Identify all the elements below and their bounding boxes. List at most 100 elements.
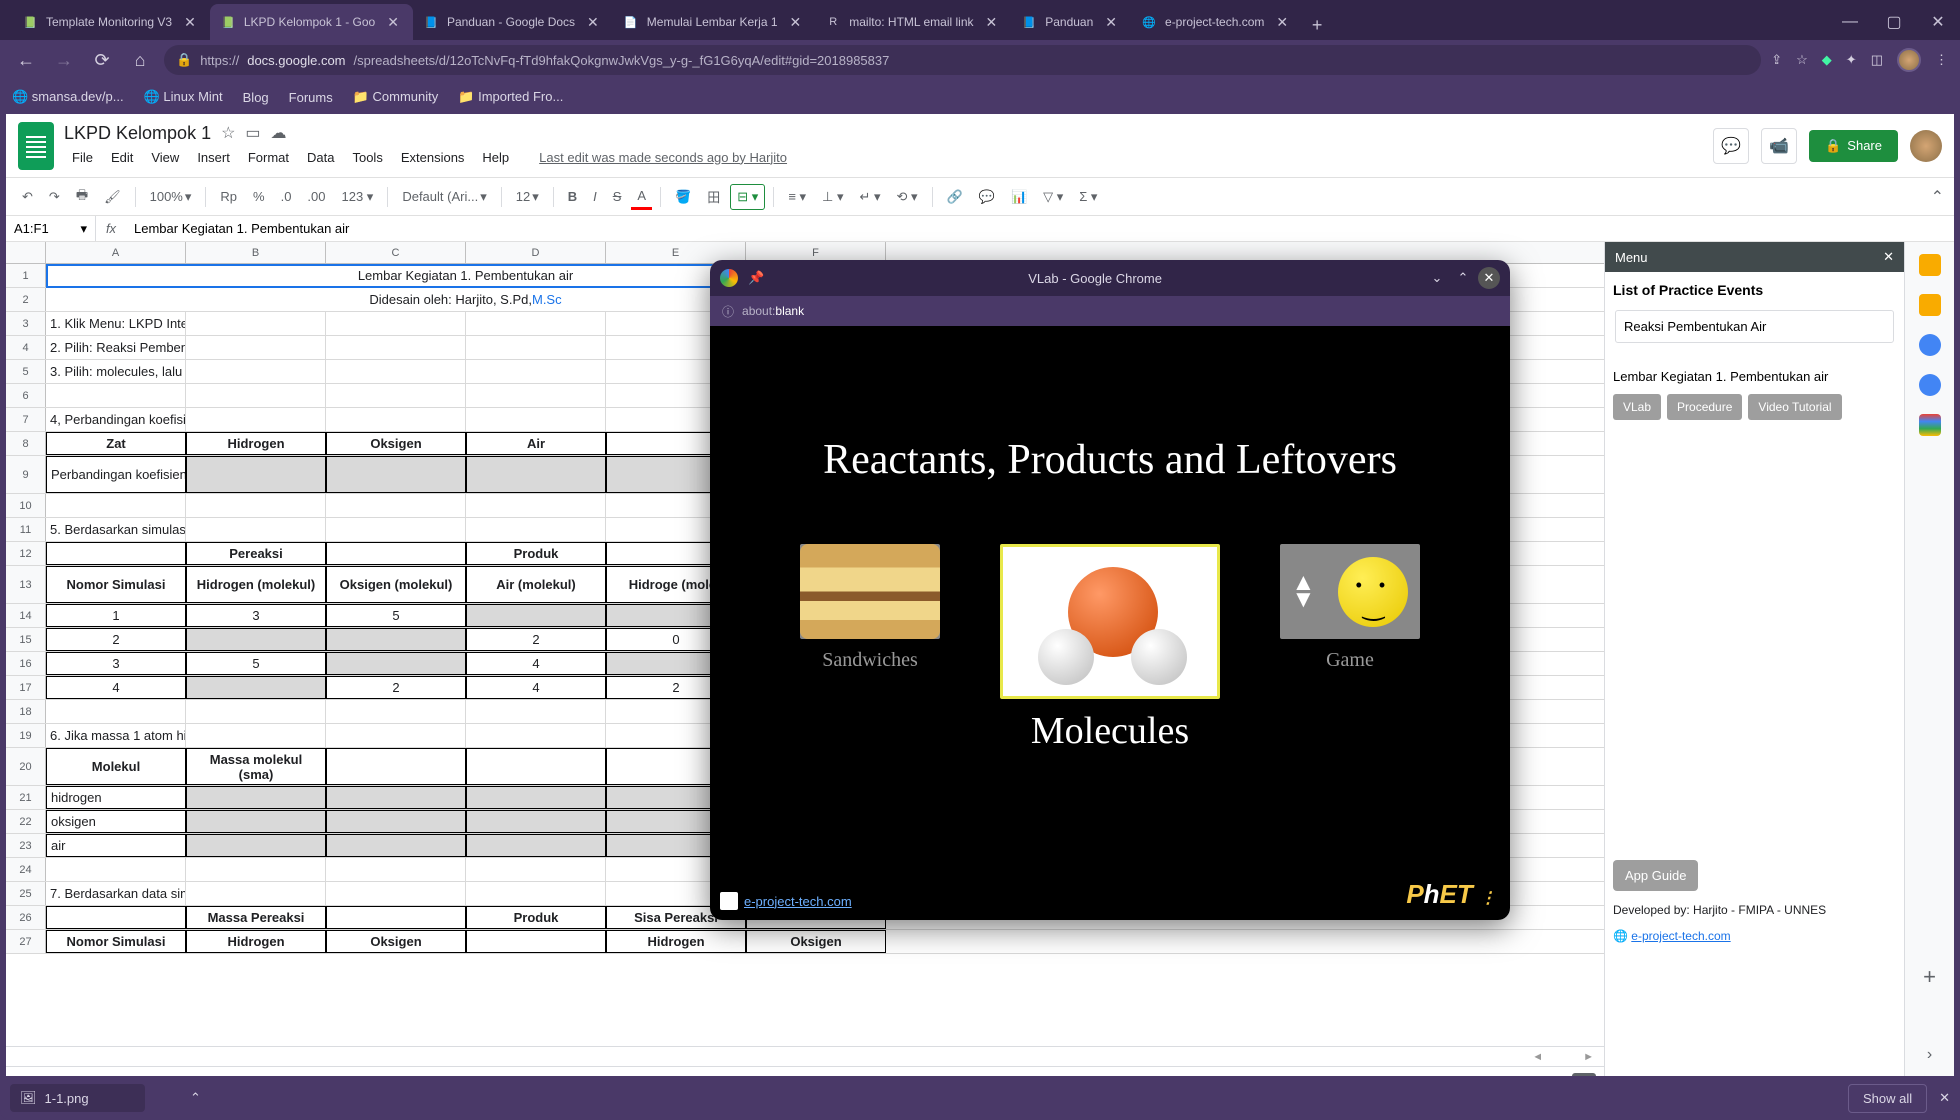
cell[interactable]: [46, 906, 186, 929]
comments-button[interactable]: 💬: [1713, 128, 1749, 164]
row-header[interactable]: 20: [6, 748, 46, 785]
cell[interactable]: air: [46, 834, 186, 857]
cell[interactable]: Molekul: [46, 748, 186, 785]
tab-close-icon[interactable]: ✕: [180, 14, 200, 31]
contacts-icon[interactable]: [1919, 374, 1941, 396]
cell[interactable]: Nomor Simulasi: [46, 930, 186, 953]
cell[interactable]: Hidrogen: [186, 930, 326, 953]
row-header[interactable]: 19: [6, 724, 46, 747]
cell[interactable]: [186, 834, 326, 857]
cell[interactable]: [326, 518, 466, 541]
bookmark-item[interactable]: Blog: [243, 89, 269, 105]
cell[interactable]: [326, 700, 466, 723]
cell[interactable]: [326, 336, 466, 359]
cell[interactable]: 3: [46, 652, 186, 675]
collapse-toolbar-icon[interactable]: ⌃: [1931, 187, 1944, 207]
font-selector[interactable]: Default (Ari... ▾: [396, 185, 492, 209]
row-header[interactable]: 10: [6, 494, 46, 517]
forward-icon[interactable]: →: [50, 50, 78, 71]
profile-avatar[interactable]: [1897, 48, 1921, 72]
row-header[interactable]: 27: [6, 930, 46, 953]
cell[interactable]: Perbandingan koefisien reaksi: [46, 456, 186, 493]
menu-view[interactable]: View: [143, 146, 187, 169]
cell[interactable]: [466, 882, 606, 905]
cell[interactable]: 4: [46, 676, 186, 699]
cell[interactable]: [466, 724, 606, 747]
show-all-button[interactable]: Show all: [1848, 1084, 1927, 1113]
cell[interactable]: [326, 858, 466, 881]
menu-insert[interactable]: Insert: [189, 146, 238, 169]
cell[interactable]: [466, 312, 606, 335]
bookmark-item[interactable]: 🌐 smansa.dev/p...: [12, 89, 124, 105]
cell[interactable]: [466, 384, 606, 407]
meet-button[interactable]: 📹: [1761, 128, 1797, 164]
cell[interactable]: [326, 408, 466, 431]
menu-file[interactable]: File: [64, 146, 101, 169]
info-icon[interactable]: ⓘ: [722, 303, 734, 320]
link-button[interactable]: 🔗: [941, 185, 969, 209]
cell[interactable]: [186, 882, 326, 905]
cell[interactable]: [466, 456, 606, 493]
text-color-button[interactable]: A: [631, 184, 652, 210]
font-size-selector[interactable]: 12 ▾: [510, 185, 545, 209]
cell[interactable]: [466, 518, 606, 541]
cell[interactable]: [326, 384, 466, 407]
row-header[interactable]: 3: [6, 312, 46, 335]
tab-close-icon[interactable]: ✕: [786, 14, 806, 31]
cell[interactable]: [186, 786, 326, 809]
italic-button[interactable]: I: [587, 185, 603, 208]
print-button[interactable]: 🖶: [70, 182, 94, 212]
browser-tab[interactable]: 📄Memulai Lembar Kerja 1✕: [613, 4, 815, 40]
cell[interactable]: 1: [46, 604, 186, 627]
collapse-rail-icon[interactable]: ›: [1927, 1046, 1932, 1064]
cell[interactable]: [186, 628, 326, 651]
scroll-right-icon[interactable]: ►: [1583, 1051, 1594, 1063]
cell[interactable]: Produk: [466, 906, 606, 929]
functions-button[interactable]: Σ ▾: [1073, 185, 1103, 209]
cell[interactable]: [186, 676, 326, 699]
cell[interactable]: [326, 494, 466, 517]
cell[interactable]: Pereaksi: [186, 542, 326, 565]
cell[interactable]: [46, 858, 186, 881]
redo-button[interactable]: ↷: [43, 185, 66, 209]
browser-tab[interactable]: 📘Panduan✕: [1011, 4, 1131, 40]
cell[interactable]: [186, 700, 326, 723]
row-header[interactable]: 21: [6, 786, 46, 809]
paint-format-button[interactable]: 🖌: [98, 185, 127, 209]
phet-simulation[interactable]: Reactants, Products and Leftovers Sandwi…: [710, 326, 1510, 920]
cell[interactable]: [326, 652, 466, 675]
cell[interactable]: 6. Jika massa 1 atom hidrogen adalah 1 s…: [46, 724, 186, 747]
browser-tab[interactable]: 📘Panduan - Google Docs✕: [413, 4, 613, 40]
molecules-card[interactable]: Molecules: [1000, 544, 1220, 753]
cell[interactable]: [466, 604, 606, 627]
row-header[interactable]: 17: [6, 676, 46, 699]
cell[interactable]: Hidrogen (molekul): [186, 566, 326, 603]
cell[interactable]: [466, 748, 606, 785]
row-header[interactable]: 9: [6, 456, 46, 493]
chart-button[interactable]: 📊: [1005, 185, 1033, 209]
valign-button[interactable]: ⊥ ▾: [816, 185, 849, 209]
row-header[interactable]: 25: [6, 882, 46, 905]
increase-decimal-button[interactable]: .00: [301, 185, 331, 208]
tasks-icon[interactable]: [1919, 334, 1941, 356]
row-header[interactable]: 6: [6, 384, 46, 407]
new-tab-button[interactable]: +: [1302, 10, 1332, 40]
merge-button[interactable]: ⊟ ▾: [730, 184, 765, 210]
column-header[interactable]: A: [46, 242, 186, 263]
cell[interactable]: [466, 360, 606, 383]
browser-tab[interactable]: 🌐e-project-tech.com✕: [1131, 4, 1302, 40]
row-header[interactable]: 23: [6, 834, 46, 857]
cell[interactable]: 2: [326, 676, 466, 699]
sheets-logo-icon[interactable]: [18, 122, 54, 170]
phet-logo[interactable]: PhET ⋮: [1406, 879, 1496, 910]
cell[interactable]: [466, 494, 606, 517]
cell[interactable]: 5: [326, 604, 466, 627]
cell[interactable]: 4: [466, 676, 606, 699]
row-header[interactable]: 4: [6, 336, 46, 359]
format-selector[interactable]: 123 ▾: [336, 185, 380, 209]
cell[interactable]: 5: [186, 652, 326, 675]
cell[interactable]: [326, 360, 466, 383]
tab-close-icon[interactable]: ✕: [1272, 14, 1292, 31]
account-avatar[interactable]: [1910, 130, 1942, 162]
reload-icon[interactable]: ⟳: [88, 50, 116, 71]
